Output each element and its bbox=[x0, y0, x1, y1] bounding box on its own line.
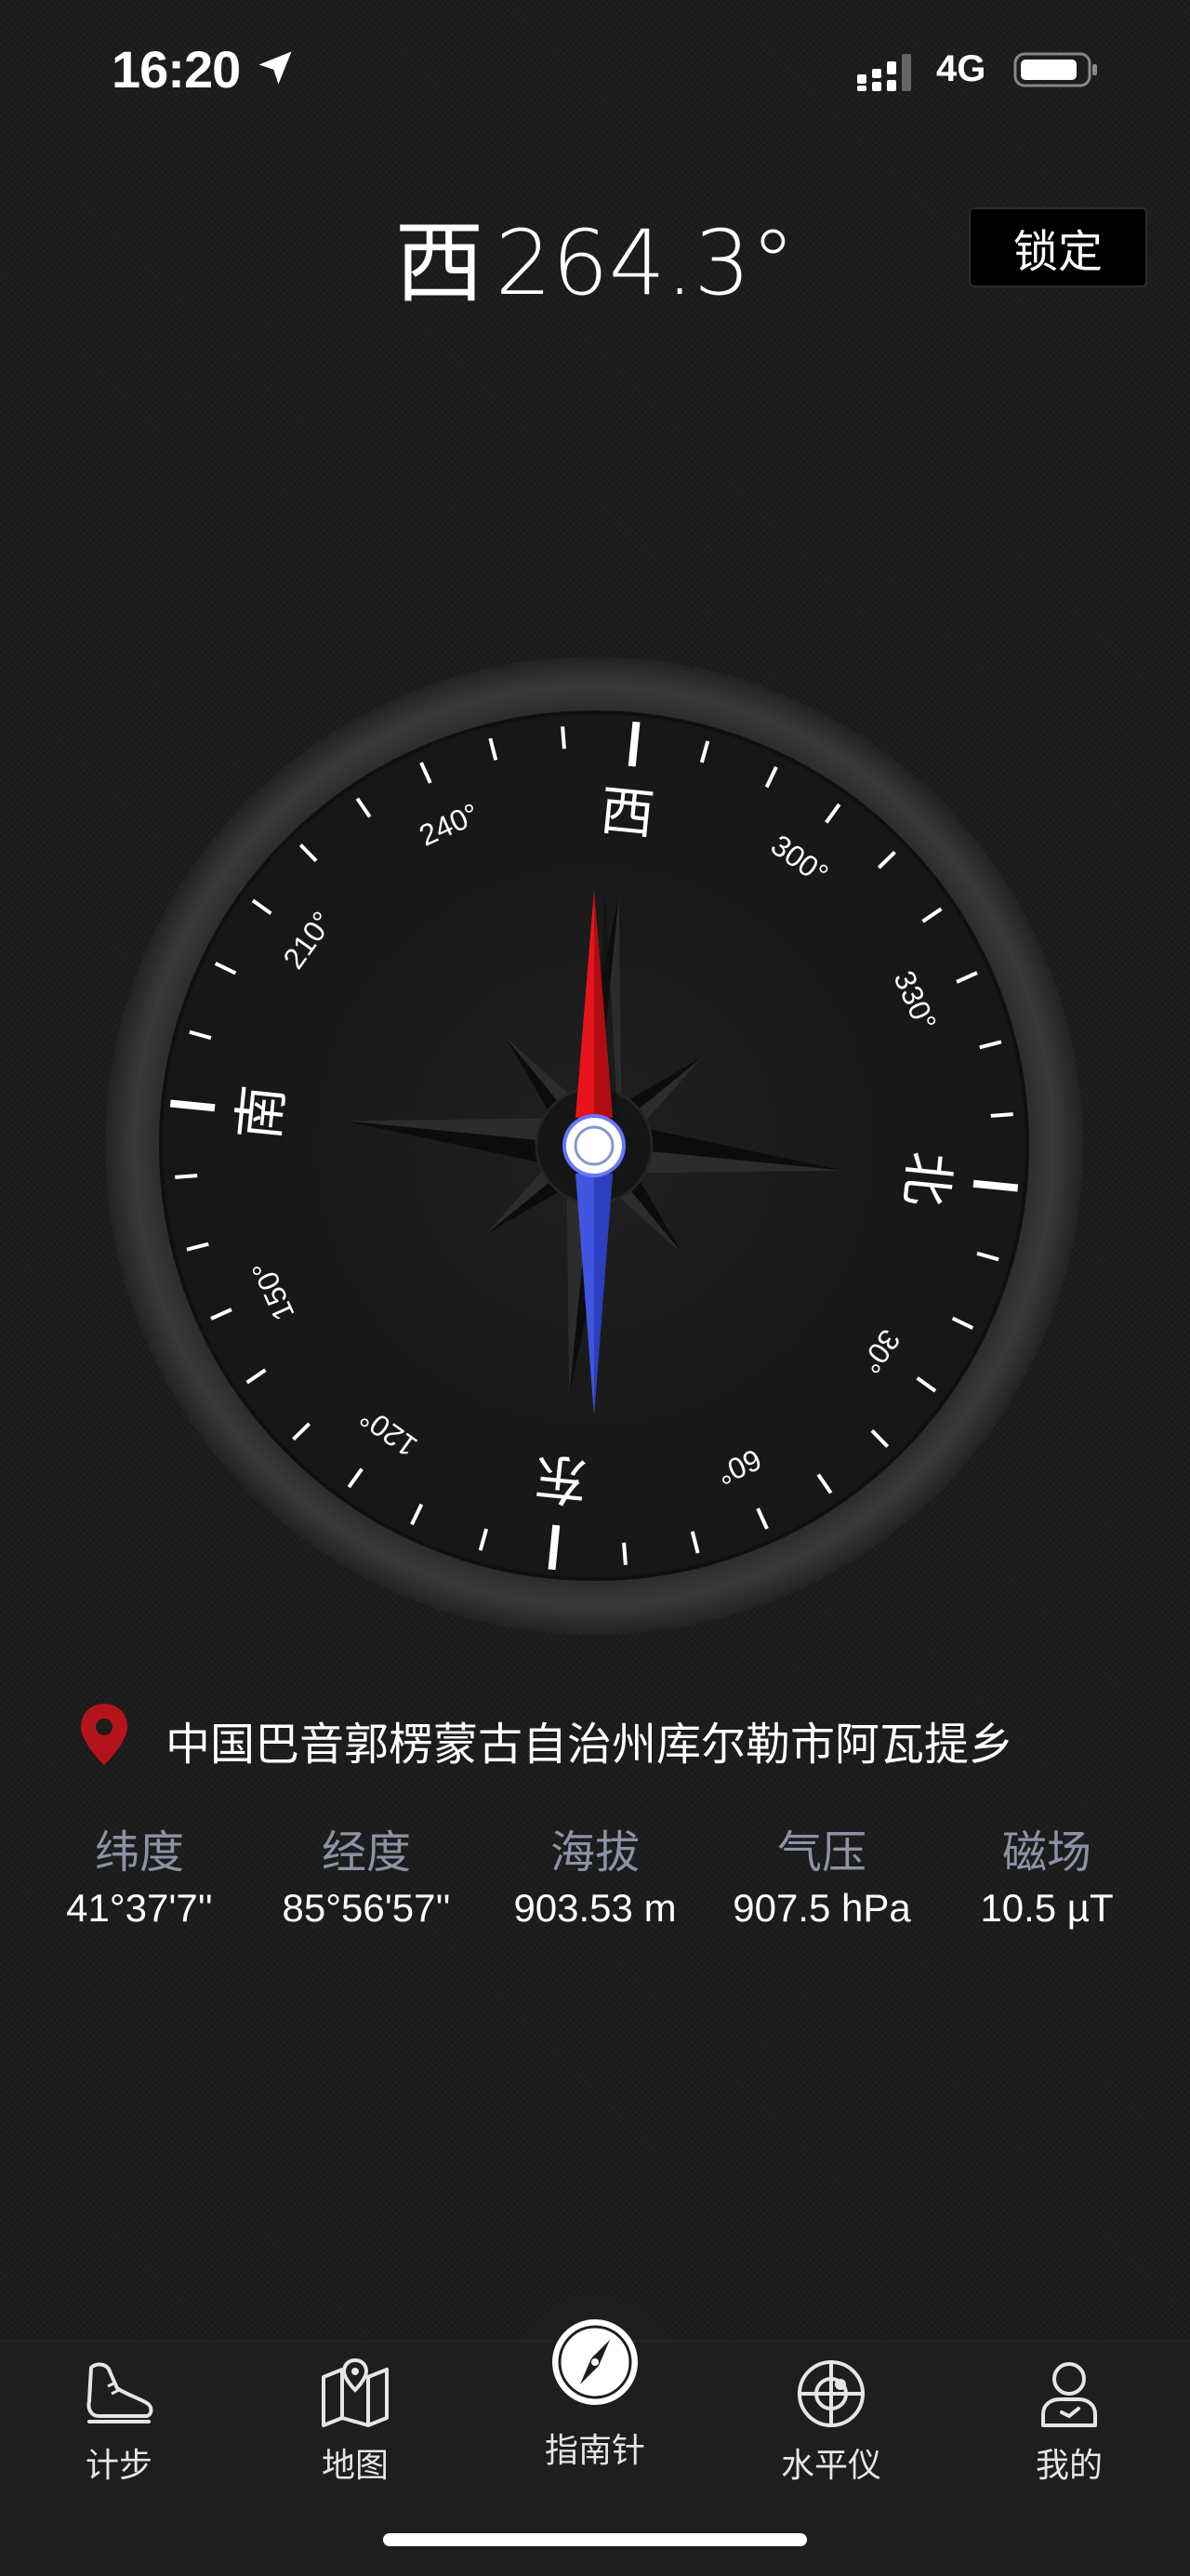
level-icon bbox=[798, 2360, 865, 2427]
stat-label: 磁场 bbox=[1001, 1826, 1091, 1879]
tab-steps[interactable]: 计步 bbox=[26, 2355, 212, 2485]
stat-longitude: 经度 85°56'57'' bbox=[253, 1815, 480, 1931]
tab-map[interactable]: 地图 bbox=[262, 2355, 448, 2485]
dial-tick bbox=[972, 1179, 1019, 1192]
tab-compass[interactable]: 指南针 bbox=[502, 2316, 688, 2470]
signal-icon bbox=[857, 54, 911, 91]
location-pin-icon bbox=[81, 1704, 127, 1765]
stat-label: 经度 bbox=[321, 1826, 411, 1879]
dial-tick bbox=[622, 1542, 628, 1565]
stat-value: 903.53 m bbox=[513, 1886, 677, 1930]
location-row: 中国巴音郭楞蒙古自治州库尔勒市阿瓦提乡 bbox=[78, 1702, 1147, 1771]
tab-label: 水平仪 bbox=[780, 2447, 881, 2485]
heading-direction: 西 bbox=[394, 211, 484, 315]
tab-label: 指南针 bbox=[544, 2432, 645, 2470]
profile-icon bbox=[1041, 2362, 1097, 2427]
compass-dial: 30°60°120°150°210°240°300°330° 北 东 南 西 bbox=[105, 657, 1083, 1635]
status-time: 16:20 bbox=[112, 40, 241, 99]
cardinal-west: 西 bbox=[598, 778, 657, 846]
dial-tick bbox=[175, 1174, 198, 1179]
lock-button[interactable]: 锁定 bbox=[969, 207, 1147, 287]
tab-label: 地图 bbox=[321, 2447, 389, 2485]
stat-magnetic-field: 磁场 10.5 µT bbox=[933, 1815, 1160, 1931]
map-icon bbox=[322, 2357, 389, 2427]
dial-tick bbox=[990, 1112, 1013, 1118]
stat-altitude: 海拔 903.53 m bbox=[482, 1815, 708, 1931]
compass-icon bbox=[552, 2319, 638, 2405]
stat-value: 41°37'7'' bbox=[66, 1886, 213, 1930]
stat-label: 海拔 bbox=[549, 1826, 640, 1879]
stat-pressure: 气压 907.5 hPa bbox=[708, 1815, 935, 1931]
home-indicator bbox=[383, 2533, 807, 2546]
tab-label: 我的 bbox=[1035, 2447, 1103, 2485]
battery-icon bbox=[1013, 52, 1097, 87]
stat-value: 10.5 µT bbox=[980, 1886, 1114, 1930]
dial-tick bbox=[169, 1099, 216, 1112]
stats-row: 纬度 41°37'7'' 经度 85°56'57'' 海拔 903.53 m 气… bbox=[0, 1815, 1190, 1936]
dial-tick bbox=[548, 1524, 561, 1571]
tab-level[interactable]: 水平仪 bbox=[738, 2355, 924, 2485]
stat-label: 纬度 bbox=[94, 1826, 184, 1879]
tab-profile[interactable]: 我的 bbox=[976, 2355, 1162, 2485]
heading-degrees: 264.3° bbox=[495, 211, 796, 315]
stat-value: 85°56'57'' bbox=[282, 1886, 451, 1930]
stat-label: 气压 bbox=[776, 1826, 866, 1879]
dial-tick bbox=[561, 726, 566, 750]
dial-tick bbox=[628, 721, 641, 767]
cardinal-east: 东 bbox=[531, 1445, 590, 1513]
location-address: 中国巴音郭楞蒙古自治州库尔勒市阿瓦提乡 bbox=[165, 1719, 1014, 1771]
shoe-icon bbox=[86, 2362, 153, 2423]
stat-latitude: 纬度 41°37'7'' bbox=[26, 1815, 253, 1931]
cardinal-north: 北 bbox=[893, 1149, 961, 1209]
cardinal-south: 南 bbox=[227, 1082, 295, 1142]
location-arrow-icon bbox=[258, 51, 292, 85]
network-type: 4G bbox=[936, 48, 986, 89]
stat-value: 907.5 hPa bbox=[733, 1886, 911, 1930]
tab-label: 计步 bbox=[85, 2447, 152, 2485]
